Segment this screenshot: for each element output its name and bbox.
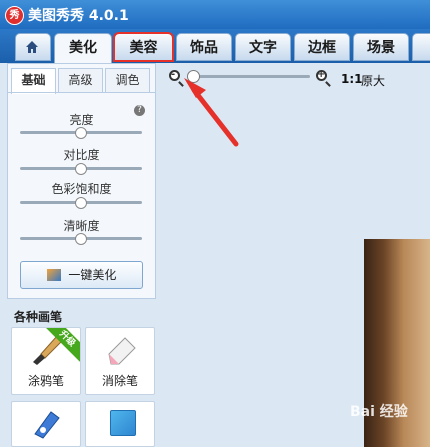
sharpness-slider-thumb[interactable] xyxy=(75,233,87,245)
one-click-beautify-label: 一键美化 xyxy=(68,268,117,282)
main-tab-bar: 美化 美容 饰品 文字 边框 场景 xyxy=(0,29,430,63)
zoom-ratio-label[interactable]: 1:1 xyxy=(341,72,363,86)
sharpness-label: 清晰度 xyxy=(63,219,100,233)
subtab-color[interactable]: 调色 xyxy=(105,68,150,92)
zoom-in-plus: + xyxy=(317,69,326,80)
mosaic-icon xyxy=(110,410,136,436)
pen-icon xyxy=(34,411,60,439)
zoom-slider-track[interactable] xyxy=(193,75,310,78)
zoom-original-label[interactable]: 原大 xyxy=(361,72,385,89)
eraser-brush-card[interactable]: 消除笔 xyxy=(85,327,155,395)
app-logo-icon: 秀 xyxy=(5,6,24,25)
app-title: 美图秀秀 4.0.1 xyxy=(28,8,129,24)
contrast-label: 对比度 xyxy=(63,148,100,162)
tab-beauty[interactable]: 美容 xyxy=(113,32,174,62)
eraser-icon xyxy=(108,337,136,365)
graffiti-brush-label: 涂鸦笔 xyxy=(27,374,64,388)
brightness-label: 亮度 xyxy=(69,113,94,127)
saturation-label: 色彩饱和度 xyxy=(51,182,112,196)
brush-card-4[interactable] xyxy=(85,401,155,447)
home-icon xyxy=(26,41,38,53)
tab-beautify[interactable]: 美化 xyxy=(54,33,112,63)
tab-more[interactable] xyxy=(412,33,430,61)
watermark-text: Bai 经验 xyxy=(350,404,408,420)
subtab-advanced[interactable]: 高级 xyxy=(58,68,103,92)
zoom-out-minus: - xyxy=(171,69,176,80)
brush-card-3[interactable] xyxy=(11,401,81,447)
tab-text[interactable]: 文字 xyxy=(235,33,291,61)
tab-frame[interactable]: 边框 xyxy=(294,33,350,61)
contrast-slider-thumb[interactable] xyxy=(75,163,87,175)
one-click-beautify-button[interactable]: 一键美化 xyxy=(20,261,143,289)
adjust-panel: 基础 高级 调色 ? 亮度 对比度 色彩饱和度 清晰度 一键美化 xyxy=(7,63,156,299)
subtab-basic[interactable]: 基础 xyxy=(11,68,56,94)
tab-scene[interactable]: 场景 xyxy=(353,33,409,61)
saturation-slider-thumb[interactable] xyxy=(75,197,87,209)
tab-accessories[interactable]: 饰品 xyxy=(176,33,232,61)
subtab-divider xyxy=(8,92,155,93)
magic-wand-icon xyxy=(46,269,61,281)
graffiti-brush-card[interactable]: 升级 涂鸦笔 xyxy=(11,327,81,395)
title-bar: 秀 美图秀秀 4.0.1 xyxy=(0,0,430,29)
brushes-title: 各种画笔 xyxy=(14,310,63,324)
eraser-brush-label: 消除笔 xyxy=(101,374,138,388)
tab-home[interactable] xyxy=(15,33,51,61)
brightness-slider-thumb[interactable] xyxy=(75,127,87,139)
zoom-slider-thumb[interactable] xyxy=(187,70,200,83)
